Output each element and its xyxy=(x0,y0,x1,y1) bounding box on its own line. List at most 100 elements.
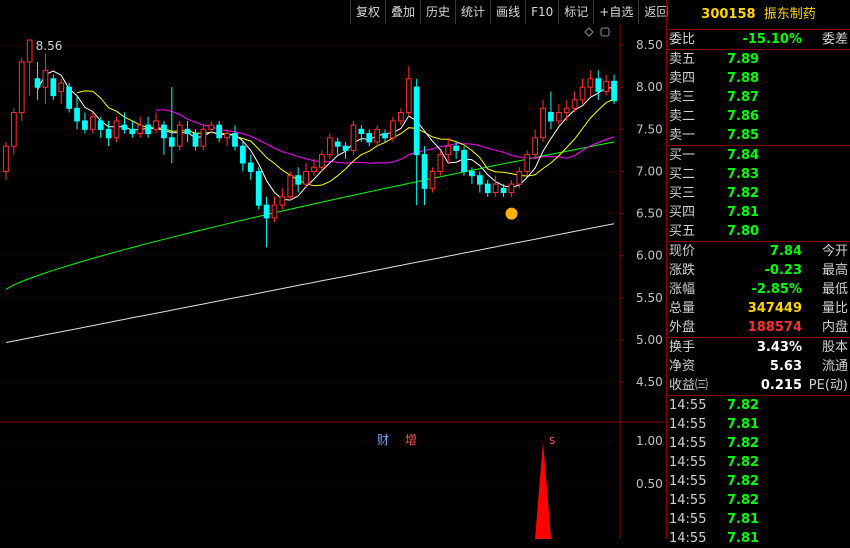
tick-row-value: 7.82 xyxy=(727,455,760,470)
bid-row-3-label: 买三 xyxy=(669,186,696,201)
kline-chart-svg[interactable]: 8.50 8.00 7.50 7.00 6.50 6.00 5.50 5.00 4.50 8.56… xyxy=(0,24,666,539)
candle-body xyxy=(484,183,491,194)
tick-row[interactable]: 14:55 7.81 xyxy=(667,510,850,529)
history-button[interactable]: 历史 xyxy=(420,0,455,24)
candle-body xyxy=(145,124,151,135)
f10-button[interactable]: F10 xyxy=(525,0,558,24)
candle-body xyxy=(413,86,420,156)
candle-body xyxy=(240,145,246,164)
statistics-button[interactable]: 统计 xyxy=(455,0,490,24)
fund-row-0-value: 3.43% xyxy=(756,340,802,355)
quote-panel: 300158 振东制药 委比 -15.10% 委差 卖五 7.89 卖四 7.88 卖三… xyxy=(667,0,850,546)
money-bag-icon xyxy=(505,207,518,220)
high-price-label: 8.56 xyxy=(36,39,63,53)
candle-body xyxy=(587,78,594,88)
candle-body xyxy=(247,162,254,172)
candle-body xyxy=(34,78,41,88)
bid-row-2-label: 买二 xyxy=(669,167,696,182)
sub-axis-label: 0.50 xyxy=(636,477,663,491)
bid-row-1: 买一 7.84 xyxy=(667,146,850,165)
tick-row[interactable]: 14:55 7.82 xyxy=(667,434,850,453)
tick-row-value: 7.82 xyxy=(727,436,760,451)
add-watchlist-button[interactable]: +自选 xyxy=(593,0,638,24)
ask-row-1-value: 7.85 xyxy=(727,128,760,143)
stat-row-1-label: 涨跌 xyxy=(669,263,696,278)
tick-list[interactable]: 14:55 7.82 14:55 7.81 14:55 7.82 14:55 7.82 14:5… xyxy=(667,396,850,548)
signal-spike xyxy=(535,441,552,539)
stat-row-2-value: -2.85% xyxy=(751,282,803,297)
candle-body xyxy=(437,154,444,172)
ask-row-4-value: 7.88 xyxy=(727,71,760,86)
weibi-block: 委比 -15.10% 委差 xyxy=(667,30,850,50)
fund-row-1-label: 净资 xyxy=(669,359,696,374)
stat-row-0-value: 7.84 xyxy=(769,244,802,259)
candle-body xyxy=(10,111,17,147)
ask-book: 卖五 7.89 卖四 7.88 卖三 7.87 卖二 7.86 卖一 7.85 xyxy=(667,50,850,146)
candle-body xyxy=(153,120,159,130)
ask-row-5-value: 7.89 xyxy=(727,52,760,67)
tick-row-label: 14:55 xyxy=(669,436,707,451)
bid-row-1-label: 买一 xyxy=(669,148,696,163)
fund-row-0-label: 换手 xyxy=(669,340,696,355)
bid-row-4-value: 7.81 xyxy=(727,205,760,220)
bid-book: 买一 7.84 买二 7.83 买三 7.82 买四 7.81 买五 7.80 xyxy=(667,146,850,242)
tick-row[interactable]: 14:55 7.82 xyxy=(667,472,850,491)
fuquan-button[interactable]: 复权 xyxy=(350,0,385,24)
overlay-button[interactable]: 叠加 xyxy=(385,0,420,24)
fund-row-0-right-label: 股本 xyxy=(821,340,848,355)
bid-row-1-value: 7.84 xyxy=(727,148,760,163)
ma60-line xyxy=(5,141,615,290)
stock-header: 300158 振东制药 xyxy=(667,0,850,30)
kline-chart-area[interactable]: 8.50 8.00 7.50 7.00 6.50 6.00 5.50 5.00 4.50 8.56… xyxy=(0,24,666,539)
diamond-icon xyxy=(584,27,594,37)
price-axis-label: 8.00 xyxy=(636,80,663,94)
candle-body xyxy=(445,145,452,156)
tick-row[interactable]: 14:55 7.82 xyxy=(667,491,850,510)
tick-row-label: 14:55 xyxy=(669,493,707,508)
weibi-value: -15.10% xyxy=(742,32,802,47)
draw-line-button[interactable]: 画线 xyxy=(490,0,525,24)
candle-body xyxy=(334,141,341,147)
mark-button[interactable]: 标记 xyxy=(558,0,593,24)
ask-row-3-label: 卖三 xyxy=(669,90,696,105)
ask-row-2: 卖二 7.86 xyxy=(667,107,850,126)
candle-body xyxy=(366,133,373,143)
candle-body xyxy=(168,137,175,147)
tick-row[interactable]: 14:55 7.82 xyxy=(667,396,850,415)
candle-body xyxy=(121,124,128,130)
stat-row-4: 外盘 188574 内盘 xyxy=(667,318,850,337)
tick-row[interactable]: 14:55 7.82 xyxy=(667,453,850,472)
weibi-row: 委比 -15.10% 委差 xyxy=(667,30,850,49)
candle-body xyxy=(232,133,238,147)
stat-row-0-label: 现价 xyxy=(669,244,696,259)
price-axis-label: 5.50 xyxy=(636,291,663,305)
tick-row-label: 14:55 xyxy=(669,398,707,413)
fund-row-2-right-label: PE(动) xyxy=(808,378,848,393)
fund-row-1-value: 5.63 xyxy=(769,359,802,374)
candle-body xyxy=(26,39,33,63)
fund-row-1: 净资 5.63 流通 xyxy=(667,357,850,376)
ask-row-2-value: 7.86 xyxy=(727,109,760,124)
bid-row-4: 买四 7.81 xyxy=(667,203,850,222)
tick-row[interactable]: 14:55 7.81 xyxy=(667,415,850,434)
candle-body xyxy=(105,128,112,139)
candle-body xyxy=(208,124,215,130)
candle-body xyxy=(500,187,507,194)
candle-body xyxy=(287,175,294,198)
candle-body xyxy=(271,204,278,219)
candle-body xyxy=(192,133,199,147)
candle-body xyxy=(461,149,467,172)
candle-body xyxy=(319,154,325,168)
candle-body xyxy=(58,82,65,92)
ask-row-1: 卖一 7.85 xyxy=(667,126,850,145)
fund-row-2: 收益㈢ 0.215 PE(动) xyxy=(667,376,850,395)
stat-row-2: 涨幅 -2.85% 最低 xyxy=(667,280,850,299)
stat-row-3-right-label: 量比 xyxy=(821,301,848,316)
stock-name: 振东制药 xyxy=(763,7,816,22)
tick-row-value: 7.82 xyxy=(727,474,760,489)
candle-body xyxy=(255,170,262,206)
price-axis-label: 6.00 xyxy=(636,249,663,263)
stats-block-2: 换手 3.43% 股本 净资 5.63 流通 收益㈢ 0.215 PE(动) xyxy=(667,338,850,396)
sub-axis-label: 1.00 xyxy=(636,434,663,448)
candle-body xyxy=(571,99,578,109)
